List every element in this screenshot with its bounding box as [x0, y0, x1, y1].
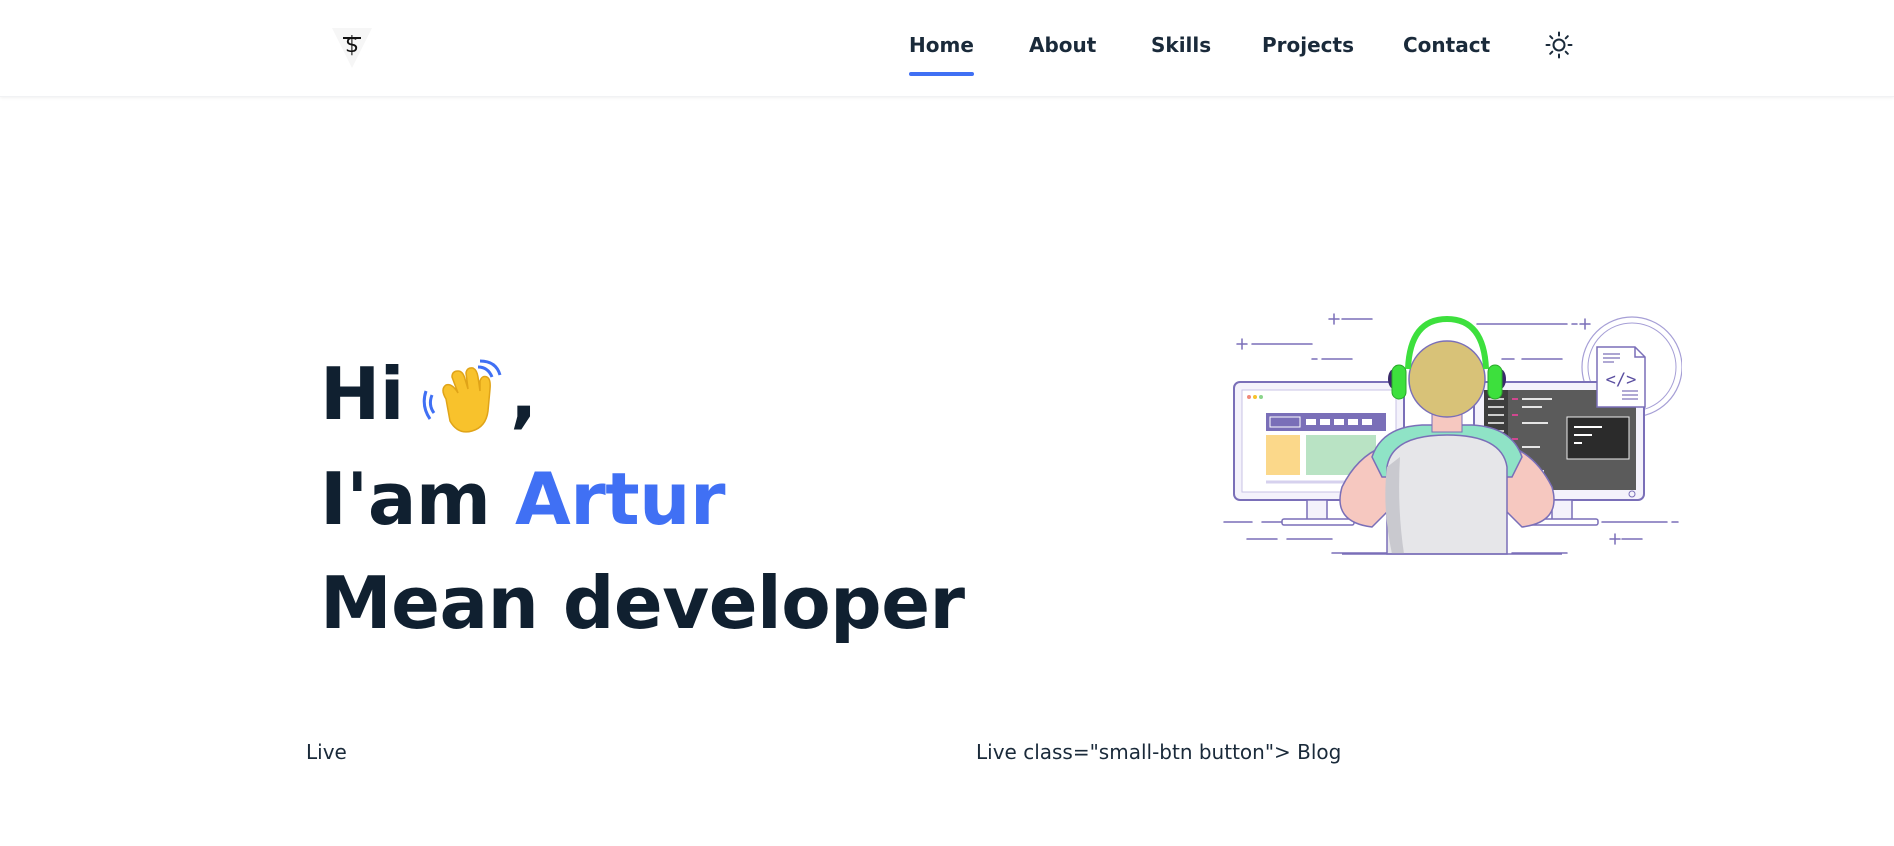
nav-contact[interactable]: Contact	[1403, 33, 1490, 81]
developer-at-desk-illustration: </>	[1222, 307, 1683, 560]
site-header: $ Home About Skills Projects Contact	[0, 0, 1894, 97]
intro-prefix: I'am	[320, 457, 491, 541]
hero-intro: I'am Artur	[320, 457, 725, 541]
nav-about[interactable]: About	[1029, 33, 1096, 81]
greeting-text: Hi	[320, 352, 404, 436]
greeting-comma: ,	[509, 352, 537, 436]
hero-name: Artur	[515, 457, 725, 541]
waving-hand-icon	[422, 359, 502, 439]
live-left-text[interactable]: Live	[306, 740, 347, 764]
nav-skills[interactable]: Skills	[1151, 33, 1211, 81]
sun-icon[interactable]	[1545, 31, 1573, 59]
nav-projects[interactable]: Projects	[1262, 33, 1354, 81]
main-nav: Home About Skills Projects Contact	[0, 0, 1894, 97]
nav-home[interactable]: Home	[909, 33, 974, 81]
hero-role: Mean developer	[320, 561, 965, 645]
live-right-text[interactable]: Live class="small-btn button"> Blog	[976, 740, 1341, 764]
hero-greeting: Hi ,	[320, 352, 537, 439]
svg-text:</>: </>	[1606, 370, 1637, 390]
